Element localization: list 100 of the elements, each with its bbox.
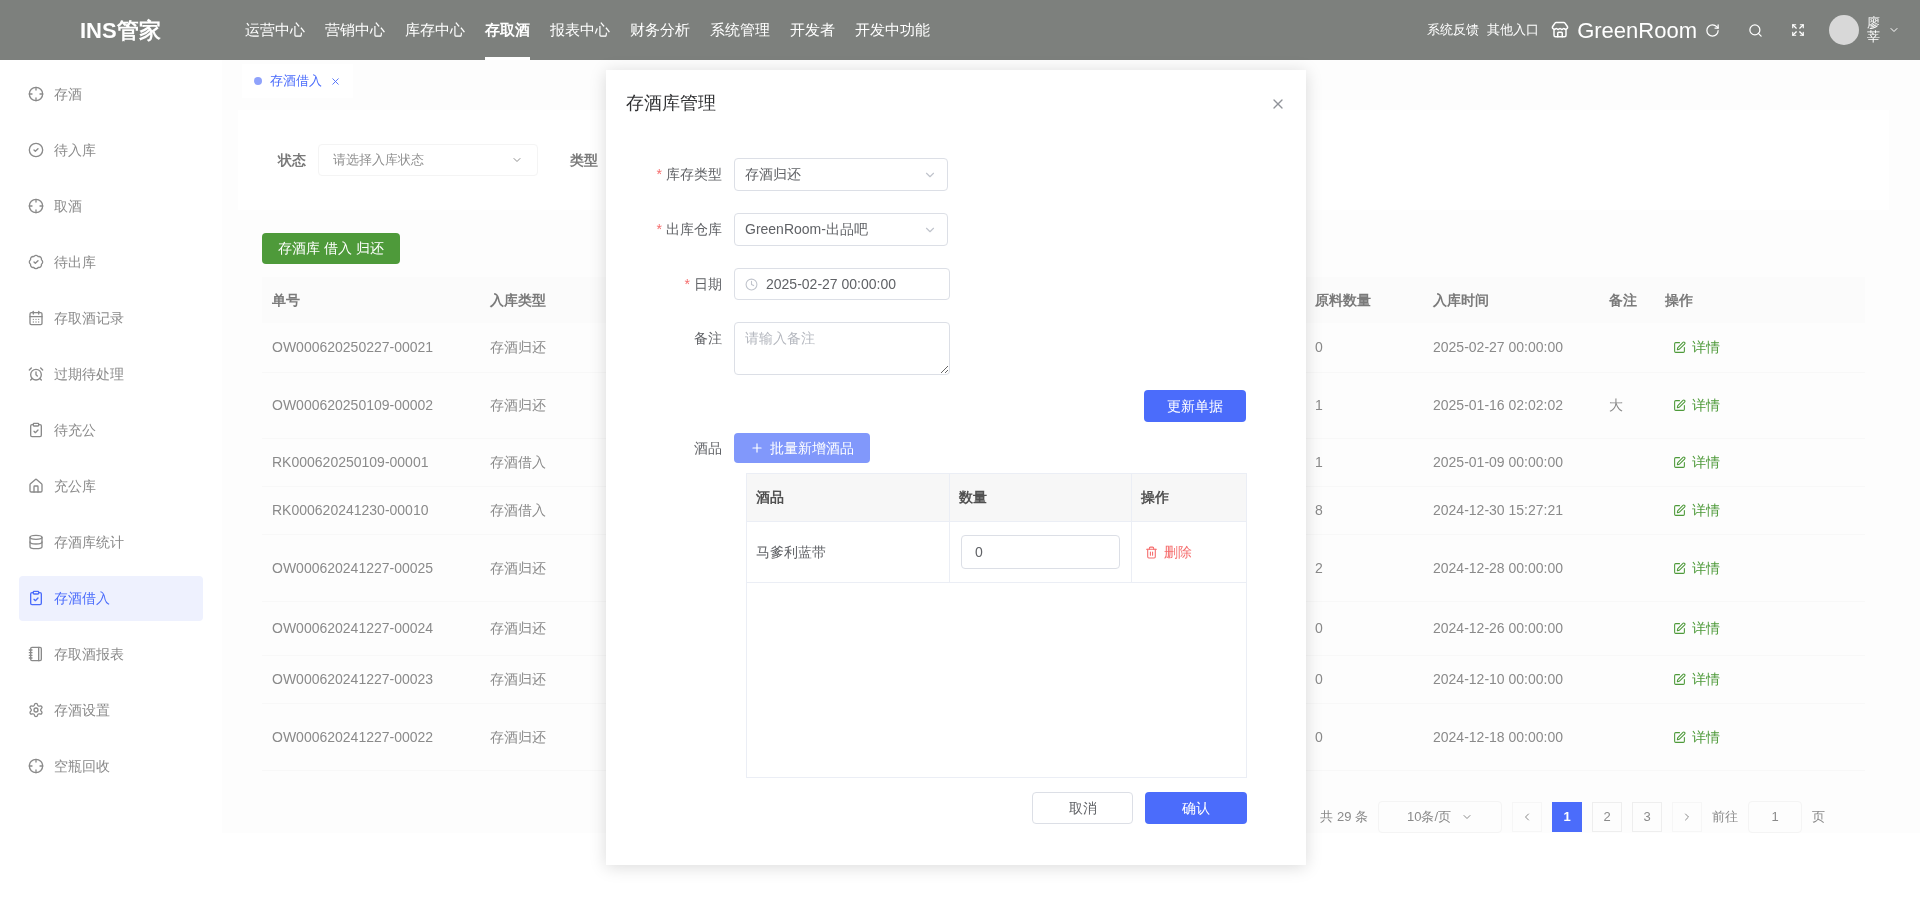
table-cell: 大 — [1609, 397, 1623, 413]
avatar[interactable] — [1829, 15, 1859, 45]
sidebar-item[interactable]: 待入库 — [19, 127, 203, 173]
table-cell-text: 存酒归还 — [489, 670, 547, 689]
column-header: 数量 — [950, 474, 1132, 521]
detail-link[interactable]: 详情 — [1655, 669, 1865, 690]
page-button[interactable]: 3 — [1632, 802, 1662, 832]
field-label: 库存类型 — [666, 165, 722, 184]
table-cell-text: 存酒借入 — [489, 453, 547, 472]
sidebar-item[interactable]: 待出库 — [19, 239, 203, 285]
update-button[interactable]: 更新单据 — [1144, 390, 1246, 422]
page-button[interactable]: 2 — [1592, 802, 1622, 832]
table-cell-text: 0 — [1314, 670, 1324, 689]
sidebar-item[interactable]: 存取酒记录 — [19, 295, 203, 341]
note-field[interactable]: 请输入备注 — [734, 322, 950, 375]
store-name[interactable]: GreenRoom — [1577, 13, 1697, 47]
menu-icon — [28, 86, 44, 102]
fullscreen-icon[interactable] — [1791, 23, 1805, 37]
sidebar-item[interactable]: 存酒 — [19, 71, 203, 117]
menu-icon — [28, 310, 44, 326]
search-icon[interactable] — [1748, 22, 1763, 38]
page-size-select[interactable]: 10条/页 — [1378, 801, 1502, 833]
refresh-icon[interactable] — [1705, 22, 1720, 38]
nav-tab[interactable]: 财务分析 — [630, 0, 690, 60]
table-cell-text: 存酒借入 — [489, 501, 547, 520]
detail-link[interactable]: 详情 — [1655, 726, 1865, 748]
column-header: 原料数量 — [1314, 290, 1372, 310]
detail-link[interactable]: 详情 — [1655, 618, 1865, 639]
page-button[interactable]: 1 — [1552, 802, 1582, 832]
table-cell-text: OW000620241227-00023 — [271, 670, 435, 689]
table-cell-text: 存酒归还 — [489, 338, 547, 357]
column-header: 酒品 — [747, 474, 950, 521]
table-cell-text: 2025-02-27 00:00:00 — [1432, 338, 1564, 357]
nav-tab[interactable]: 系统管理 — [710, 0, 770, 60]
table-cell-text: 2025-01-16 02:02:02 — [1432, 396, 1564, 415]
table-cell-text: 2024-12-18 00:00:00 — [1432, 727, 1564, 747]
table-cell-text: 2024-12-26 00:00:00 — [1432, 619, 1564, 638]
select-field[interactable]: 存酒归还 — [734, 158, 948, 191]
detail-link[interactable]: 详情 — [1655, 500, 1865, 521]
menu-icon — [28, 366, 44, 382]
sidebar-item[interactable]: 待充公 — [19, 407, 203, 453]
menu-icon — [28, 254, 44, 270]
header-link[interactable]: 系统反馈 — [1427, 20, 1480, 40]
sidebar-item[interactable]: 存酒库统计 — [19, 519, 203, 565]
close-icon[interactable] — [330, 75, 341, 87]
date-field[interactable]: 2025-02-27 00:00:00 — [734, 268, 950, 300]
sidebar-item[interactable]: 存取酒报表 — [19, 631, 203, 677]
table-cell-text: OW000620241227-00024 — [271, 619, 435, 638]
table-cell-text: RK000620250109-00001 — [271, 453, 430, 472]
detail-link[interactable]: 详情 — [1655, 557, 1865, 579]
table-cell-text: 1 — [1314, 396, 1324, 415]
edit-icon — [1673, 561, 1686, 575]
menu-icon — [28, 478, 44, 494]
confirm-button[interactable]: 确认 — [1145, 792, 1247, 824]
nav-tab[interactable]: 库存中心 — [405, 0, 465, 60]
column-header: 操作 — [1140, 488, 1170, 507]
select-field[interactable]: GreenRoom-出品吧 — [734, 213, 948, 246]
detail-link[interactable]: 详情 — [1655, 452, 1865, 473]
detail-link[interactable]: 详情 — [1655, 337, 1865, 358]
clock-icon — [745, 277, 758, 291]
user-name[interactable]: 廖莘 — [1867, 15, 1880, 45]
edit-icon — [1673, 456, 1686, 469]
sidebar-item[interactable]: 存酒借入 — [19, 575, 203, 621]
field-label: 备注 — [694, 329, 722, 348]
trash-icon — [1145, 545, 1158, 559]
action-button[interactable]: 存酒库 借入 归还 — [262, 233, 400, 264]
nav-tab[interactable]: 运营中心 — [245, 0, 305, 60]
menu-icon — [28, 758, 44, 774]
table-cell-text: 1 — [1314, 453, 1324, 472]
status-select[interactable]: 请选择入库状态 — [318, 144, 538, 176]
nav-tab[interactable]: 开发者 — [790, 0, 835, 60]
table-cell-text: 0 — [1314, 338, 1324, 357]
menu-icon — [28, 534, 44, 550]
edit-icon — [1673, 673, 1686, 686]
quantity-field[interactable]: 0 — [961, 535, 1120, 569]
table-cell-text: 2024-12-10 00:00:00 — [1432, 670, 1564, 689]
sidebar-item[interactable]: 取酒 — [19, 183, 203, 229]
table-cell-text: OW000620250109-00002 — [271, 396, 435, 415]
goto-label: 前往 — [1712, 808, 1738, 827]
sidebar-item[interactable]: 空瓶回收 — [19, 743, 203, 789]
delete-button[interactable]: 删除 — [1132, 522, 1192, 582]
filter-label: 状态 — [278, 150, 306, 170]
field-label: 日期 — [694, 275, 722, 294]
sidebar-item[interactable]: 过期待处理 — [19, 351, 203, 397]
cancel-button[interactable]: 取消 — [1032, 792, 1133, 824]
required-mark: * — [656, 220, 662, 239]
field-label: 酒品 — [693, 438, 723, 458]
sidebar-item[interactable]: 充公库 — [19, 463, 203, 509]
table-cell-text: 0 — [1314, 619, 1324, 638]
nav-tab[interactable]: 开发中功能 — [855, 0, 930, 60]
sidebar-item[interactable]: 存酒设置 — [19, 687, 203, 733]
edit-icon — [1673, 622, 1686, 635]
nav-tab[interactable]: 营销中心 — [325, 0, 385, 60]
add-button[interactable]: 批量新增酒品 — [734, 433, 870, 463]
detail-link[interactable]: 详情 — [1655, 395, 1865, 416]
dialog-title: 存酒库管理 — [626, 92, 716, 115]
header-link[interactable]: 其他入口 — [1487, 20, 1540, 40]
nav-tab[interactable]: 报表中心 — [550, 0, 610, 60]
goto-page-field[interactable]: 1 — [1748, 801, 1802, 833]
table-cell: 马爹利蓝带 — [747, 522, 950, 582]
